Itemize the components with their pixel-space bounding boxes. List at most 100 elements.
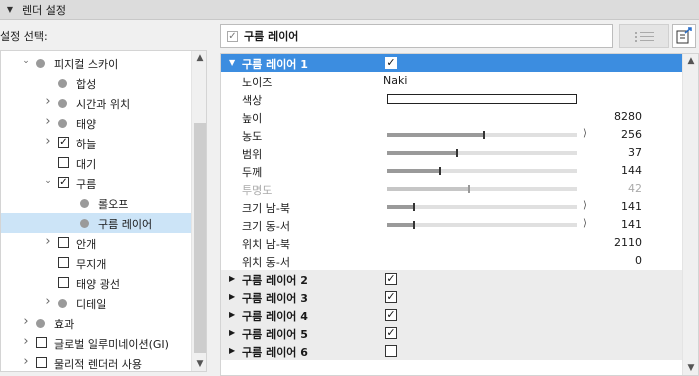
property-value[interactable]: 2110: [614, 236, 642, 249]
tree-checkbox[interactable]: [58, 157, 69, 168]
chevron-right-icon[interactable]: ›: [43, 115, 53, 128]
chevron-right-icon[interactable]: ›: [43, 95, 53, 108]
property-value[interactable]: 8280: [614, 110, 642, 123]
group-row[interactable]: ▶ 구름 레이어 4 ✓: [221, 306, 682, 324]
value-slider[interactable]: [387, 167, 577, 175]
scroll-down-icon[interactable]: ▼: [683, 363, 698, 373]
tree-item[interactable]: › 태양: [1, 113, 191, 133]
property-row[interactable]: 크기 동-서 ⟩ 141: [221, 216, 682, 234]
property-row[interactable]: 농도 ⟩ 256: [221, 126, 682, 144]
status-dot-icon: [58, 99, 67, 108]
expand-right-icon[interactable]: ▶: [229, 274, 235, 283]
property-value[interactable]: Naki: [383, 74, 407, 87]
tree-checkbox[interactable]: [58, 257, 69, 268]
value-slider[interactable]: [387, 131, 577, 139]
chevron-right-icon[interactable]: ›: [43, 135, 53, 148]
tree-item[interactable]: › 디테일: [1, 293, 191, 313]
group-checkbox[interactable]: ✓: [385, 327, 397, 339]
slider-handle[interactable]: [412, 221, 415, 229]
tree-checkbox[interactable]: ✓: [58, 137, 69, 148]
property-row[interactable]: 높이 8280: [221, 108, 682, 126]
tree-item[interactable]: 롤오프: [1, 193, 191, 213]
slider-handle[interactable]: [482, 131, 485, 139]
group-checkbox[interactable]: ✓: [385, 57, 397, 69]
group-row[interactable]: ▶ 구름 레이어 2 ✓: [221, 270, 682, 288]
tree-checkbox[interactable]: [58, 277, 69, 288]
group-checkbox[interactable]: ✓: [385, 291, 397, 303]
chevron-right-icon[interactable]: ›: [21, 335, 31, 348]
property-value[interactable]: 144: [621, 164, 642, 177]
tree-item[interactable]: › 물리적 렌더러 사용: [1, 353, 191, 371]
color-swatch[interactable]: [387, 94, 577, 104]
scroll-up-icon[interactable]: ▲: [683, 56, 698, 66]
property-row[interactable]: 위치 동-서 0: [221, 252, 682, 270]
slider-handle[interactable]: [439, 167, 442, 175]
group-checkbox[interactable]: [385, 345, 397, 357]
group-row[interactable]: ▶ 구름 레이어 3 ✓: [221, 288, 682, 306]
tree-item[interactable]: › 안개: [1, 233, 191, 253]
tree-item[interactable]: 무지개: [1, 253, 191, 273]
property-value[interactable]: 37: [628, 146, 642, 159]
tree-item[interactable]: ⌄ ✓ 구름: [1, 173, 191, 193]
tree-item[interactable]: 합성: [1, 73, 191, 93]
chevron-down-icon[interactable]: ⌄: [21, 56, 31, 66]
tree-item[interactable]: 대기: [1, 153, 191, 173]
value-slider[interactable]: [387, 149, 577, 157]
scroll-down-icon[interactable]: ▼: [192, 359, 206, 369]
property-row[interactable]: 두께 144: [221, 162, 682, 180]
expand-right-icon[interactable]: ▶: [229, 292, 235, 301]
expand-right-icon[interactable]: ▶: [229, 346, 235, 355]
setting-name-field[interactable]: ✓ 구름 레이어: [220, 24, 613, 48]
scroll-up-icon[interactable]: ▲: [192, 53, 206, 63]
value-slider[interactable]: [387, 203, 577, 211]
property-row[interactable]: 투명도 42: [221, 180, 682, 198]
export-button[interactable]: [672, 24, 696, 48]
render-settings-header[interactable]: ▼ 렌더 설정: [0, 0, 699, 20]
tree-item[interactable]: 구름 레이어: [1, 213, 191, 233]
property-value[interactable]: 0: [635, 254, 642, 267]
collapse-triangle-icon[interactable]: ▼: [4, 5, 16, 14]
group-row[interactable]: ▶ 구름 레이어 6: [221, 342, 682, 360]
group-checkbox[interactable]: ✓: [385, 273, 397, 285]
expand-down-icon[interactable]: ▼: [229, 58, 235, 67]
slider-handle[interactable]: [412, 203, 415, 211]
property-value[interactable]: 256: [621, 128, 642, 141]
tree-item[interactable]: › 글로벌 일루미네이션(GI): [1, 333, 191, 353]
expand-right-icon[interactable]: ▶: [229, 310, 235, 319]
panel-title: 렌더 설정: [22, 3, 66, 17]
status-dot-icon: [36, 319, 45, 328]
tree-checkbox[interactable]: [36, 357, 47, 368]
tree-item[interactable]: › ✓ 하늘: [1, 133, 191, 153]
properties-scrollbar[interactable]: ▲ ▼: [682, 54, 698, 375]
tree-item-label: 구름 레이어: [98, 218, 153, 231]
list-view-button[interactable]: [619, 24, 669, 48]
slider-handle[interactable]: [456, 149, 459, 157]
property-value[interactable]: 141: [621, 218, 642, 231]
setting-enable-checkbox[interactable]: ✓: [227, 30, 238, 42]
group-row[interactable]: ▶ 구름 레이어 5 ✓: [221, 324, 682, 342]
scroll-thumb[interactable]: [194, 123, 206, 353]
group-checkbox[interactable]: ✓: [385, 309, 397, 321]
tree-scrollbar[interactable]: ▲ ▼: [191, 51, 206, 371]
value-slider[interactable]: [387, 221, 577, 229]
tree-item[interactable]: › 시간과 위치: [1, 93, 191, 113]
chevron-right-icon[interactable]: ›: [43, 235, 53, 248]
property-row[interactable]: 노이즈 Naki: [221, 72, 682, 90]
chevron-down-icon[interactable]: ⌄: [43, 176, 53, 186]
expand-right-icon[interactable]: ▶: [229, 328, 235, 337]
tree-checkbox[interactable]: ✓: [58, 177, 69, 188]
property-row[interactable]: 범위 37: [221, 144, 682, 162]
property-row[interactable]: 크기 남-북 ⟩ 141: [221, 198, 682, 216]
tree-item[interactable]: › 효과: [1, 313, 191, 333]
property-value[interactable]: 141: [621, 200, 642, 213]
chevron-right-icon[interactable]: ›: [21, 355, 31, 368]
tree-item[interactable]: ⌄ 피지컬 스카이: [1, 53, 191, 73]
tree-checkbox[interactable]: [58, 237, 69, 248]
tree-checkbox[interactable]: [36, 337, 47, 348]
group-row[interactable]: ▼ 구름 레이어 1 ✓: [221, 54, 682, 72]
tree-item[interactable]: 태양 광선: [1, 273, 191, 293]
property-row[interactable]: 위치 남-북 2110: [221, 234, 682, 252]
property-row[interactable]: 색상: [221, 90, 682, 108]
chevron-right-icon[interactable]: ›: [43, 295, 53, 308]
chevron-right-icon[interactable]: ›: [21, 315, 31, 328]
